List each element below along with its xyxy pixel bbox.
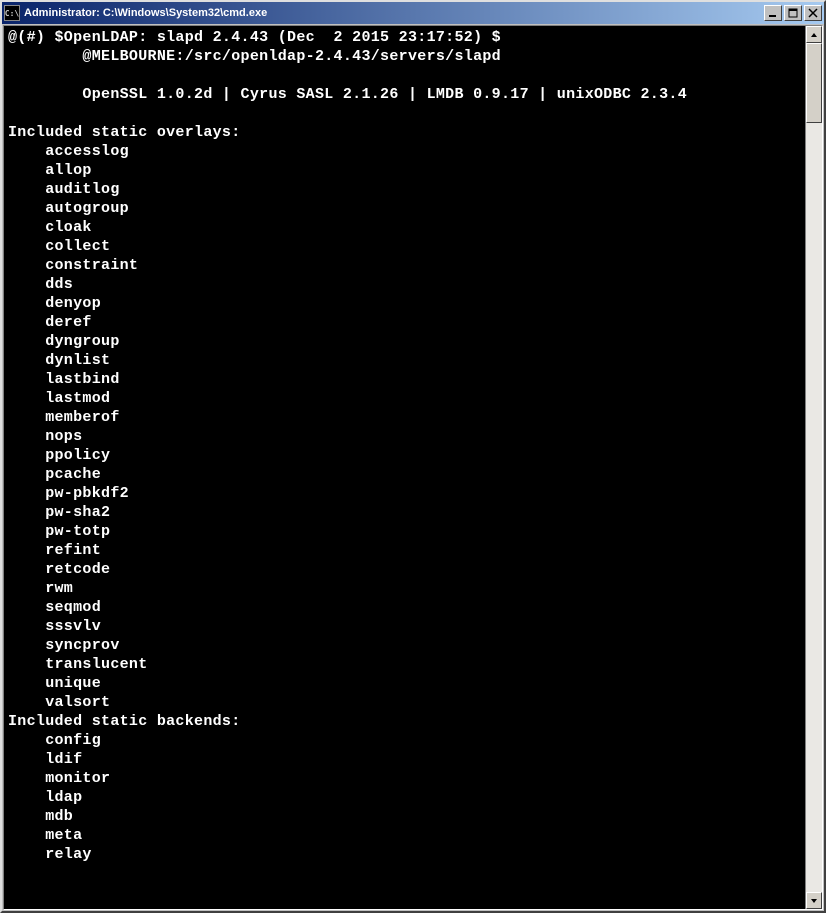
arrow-up-icon bbox=[810, 31, 818, 39]
close-button[interactable] bbox=[804, 5, 822, 21]
client-area: @(#) $OpenLDAP: slapd 2.4.43 (Dec 2 2015… bbox=[3, 25, 823, 910]
cmd-icon-label: C:\ bbox=[5, 9, 19, 18]
titlebar[interactable]: C:\ Administrator: C:\Windows\System32\c… bbox=[2, 2, 824, 24]
scroll-down-button[interactable] bbox=[806, 892, 822, 909]
terminal-output[interactable]: @(#) $OpenLDAP: slapd 2.4.43 (Dec 2 2015… bbox=[4, 26, 805, 909]
maximize-icon bbox=[788, 8, 798, 18]
cmd-window: C:\ Administrator: C:\Windows\System32\c… bbox=[0, 0, 826, 913]
scroll-thumb[interactable] bbox=[806, 43, 822, 123]
maximize-button[interactable] bbox=[784, 5, 802, 21]
vertical-scrollbar[interactable] bbox=[805, 26, 822, 909]
minimize-icon bbox=[768, 8, 778, 18]
minimize-button[interactable] bbox=[764, 5, 782, 21]
arrow-down-icon bbox=[810, 897, 818, 905]
window-title: Administrator: C:\Windows\System32\cmd.e… bbox=[24, 7, 764, 19]
close-icon bbox=[808, 8, 818, 18]
scroll-track[interactable] bbox=[806, 43, 822, 892]
window-controls bbox=[764, 5, 822, 21]
cmd-icon: C:\ bbox=[4, 5, 20, 21]
scroll-up-button[interactable] bbox=[806, 26, 822, 43]
